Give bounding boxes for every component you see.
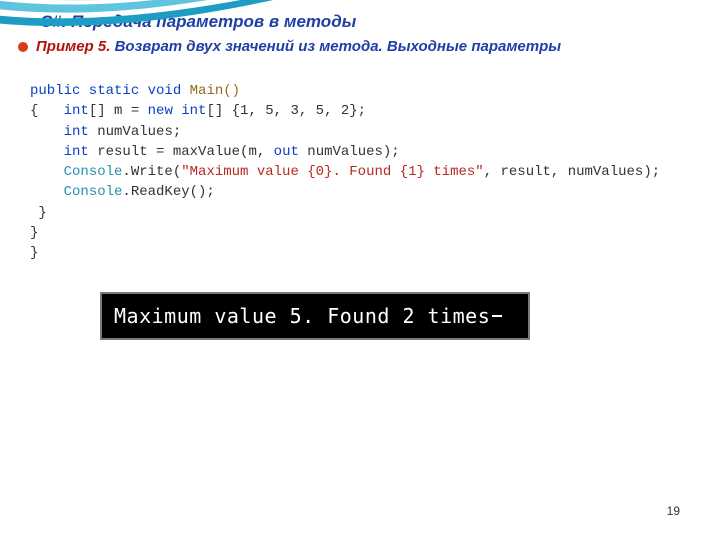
- page-number: 19: [667, 504, 680, 518]
- slide-subtitle: Пример 5. Возврат двух значений из метод…: [36, 38, 561, 55]
- console-output: Maximum value 5. Found 2 times: [100, 292, 530, 340]
- cursor-icon: [492, 315, 502, 317]
- console-text: Maximum value 5. Found 2 times: [114, 304, 490, 328]
- subtitle-row: Пример 5. Возврат двух значений из метод…: [0, 32, 720, 55]
- code-block: public static void Main() { int[] m = ne…: [30, 81, 720, 264]
- bullet-icon: [18, 42, 28, 52]
- slide-title: C#. Передача параметров в методы: [40, 12, 720, 32]
